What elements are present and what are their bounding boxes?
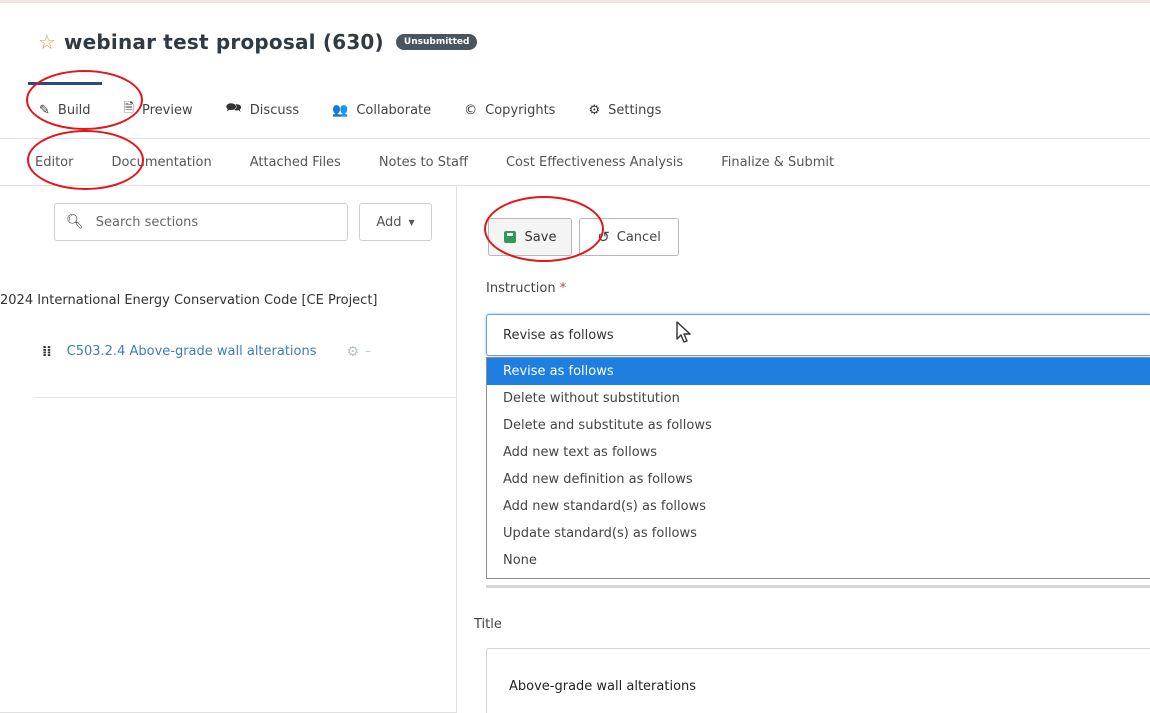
top-accent-rule bbox=[0, 0, 1150, 3]
tab-discuss[interactable]: 🗪 Discuss bbox=[215, 82, 311, 138]
section-link[interactable]: C503.2.4 Above-grade wall alterations bbox=[67, 344, 317, 359]
instruction-select[interactable]: Revise as follows bbox=[486, 314, 1150, 356]
menu-dash-icon[interactable]: – bbox=[365, 344, 371, 358]
add-button-label: Add bbox=[376, 214, 402, 230]
file-icon: 🗎 bbox=[123, 101, 134, 116]
undo-icon: ↺ bbox=[597, 228, 610, 246]
tab-settings-label: Settings bbox=[608, 102, 662, 118]
tree-root-label: 2024 International Energy Conservation C… bbox=[0, 293, 378, 308]
tab-discuss-label: Discuss bbox=[249, 102, 300, 118]
option-add-new-text[interactable]: Add new text as follows bbox=[487, 439, 1150, 466]
gear-icon: ⚙ bbox=[588, 102, 601, 118]
page-title: webinar test proposal (630) bbox=[63, 30, 384, 54]
proposal-header: ☆ webinar test proposal (630) Unsubmitte… bbox=[38, 30, 478, 54]
sections-sidebar: 🔍︎ Add ▼ 2024 International Energy Conse… bbox=[0, 186, 457, 713]
main-tabs: ✎ Build 🗎 Preview 🗪 Discuss 👥 Collaborat… bbox=[28, 82, 683, 138]
instruction-label-text: Instruction bbox=[486, 281, 556, 296]
title-field[interactable]: Above-grade wall alterations bbox=[486, 648, 1150, 713]
title-field-label: Title bbox=[474, 617, 502, 632]
gear-icon[interactable]: ⚙ bbox=[347, 344, 360, 360]
field-divider bbox=[486, 585, 1150, 588]
tab-copyrights-label: Copyrights bbox=[485, 102, 556, 118]
tab-preview-label: Preview bbox=[142, 102, 193, 118]
star-icon[interactable]: ☆ bbox=[38, 32, 56, 52]
option-add-new-definition[interactable]: Add new definition as follows bbox=[487, 466, 1150, 493]
section-tree-item[interactable]: ⁞⁞ C503.2.4 Above-grade wall alterations… bbox=[34, 332, 457, 398]
copyright-icon: © bbox=[464, 102, 478, 118]
save-button-label: Save bbox=[524, 229, 557, 245]
option-delete-and-substitute[interactable]: Delete and substitute as follows bbox=[487, 412, 1150, 439]
option-none[interactable]: None bbox=[487, 547, 1150, 574]
instruction-label: Instruction * bbox=[486, 281, 566, 296]
instruction-options-list: Revise as follows Delete without substit… bbox=[486, 357, 1150, 579]
instruction-select-value: Revise as follows bbox=[503, 327, 614, 343]
search-icon: 🔍︎ bbox=[66, 214, 84, 230]
subtab-cost-effectiveness[interactable]: Cost Effectiveness Analysis bbox=[506, 155, 683, 170]
caret-down-icon: ▼ bbox=[408, 217, 415, 227]
title-field-value: Above-grade wall alterations bbox=[509, 679, 697, 694]
option-delete-without-substitution[interactable]: Delete without substitution bbox=[487, 385, 1150, 412]
tab-collaborate[interactable]: 👥 Collaborate bbox=[321, 82, 442, 138]
pencil-icon: ✎ bbox=[39, 102, 50, 118]
search-input[interactable] bbox=[95, 214, 326, 230]
users-icon: 👥 bbox=[332, 102, 349, 118]
subtab-attached-files[interactable]: Attached Files bbox=[250, 155, 341, 170]
tab-settings[interactable]: ⚙ Settings bbox=[577, 82, 672, 138]
cancel-button[interactable]: ↺ Cancel bbox=[579, 218, 679, 256]
tab-build-label: Build bbox=[57, 102, 91, 118]
option-add-new-standard[interactable]: Add new standard(s) as follows bbox=[487, 493, 1150, 520]
add-dropdown-button[interactable]: Add ▼ bbox=[359, 203, 432, 241]
tab-collaborate-label: Collaborate bbox=[356, 102, 432, 118]
option-update-standard[interactable]: Update standard(s) as follows bbox=[487, 520, 1150, 547]
search-box: 🔍︎ bbox=[54, 203, 348, 241]
tab-copyrights[interactable]: © Copyrights bbox=[453, 82, 566, 138]
save-button[interactable]: Save bbox=[488, 218, 572, 256]
tab-preview[interactable]: 🗎 Preview bbox=[113, 82, 204, 138]
sub-tabs: Editor Documentation Attached Files Note… bbox=[35, 139, 872, 185]
cancel-button-label: Cancel bbox=[616, 229, 661, 245]
required-mark: * bbox=[559, 281, 567, 296]
option-revise-as-follows[interactable]: Revise as follows bbox=[487, 358, 1150, 385]
subtab-editor[interactable]: Editor bbox=[35, 155, 73, 170]
subtab-finalize-submit[interactable]: Finalize & Submit bbox=[721, 155, 834, 170]
comments-icon: 🗪 bbox=[225, 101, 242, 116]
subtab-notes-to-staff[interactable]: Notes to Staff bbox=[379, 155, 468, 170]
drag-handle-icon[interactable]: ⁞⁞ bbox=[42, 344, 52, 360]
tab-build[interactable]: ✎ Build bbox=[28, 82, 102, 138]
mouse-pointer-icon bbox=[676, 321, 691, 343]
status-badge: Unsubmitted bbox=[395, 34, 478, 50]
floppy-disk-icon bbox=[503, 231, 516, 243]
subtab-documentation[interactable]: Documentation bbox=[111, 155, 211, 170]
